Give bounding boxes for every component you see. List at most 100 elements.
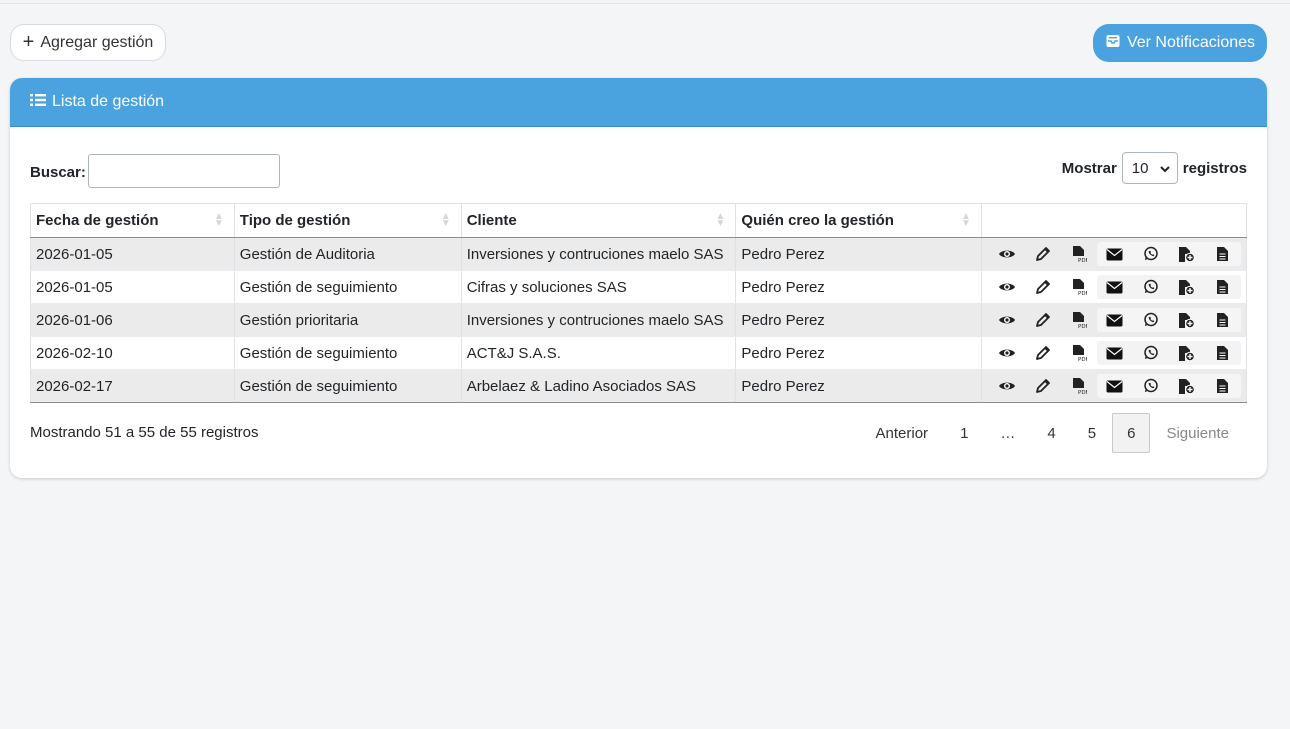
pagination-page-5[interactable]: 5 (1072, 413, 1112, 453)
column-header-creador[interactable]: Quién creo la gestión ▲ ▼ (735, 203, 982, 238)
inbox-icon (1105, 33, 1121, 54)
envelope-icon[interactable] (1097, 308, 1133, 332)
plus-icon: + (22, 30, 35, 53)
table-row: 2026-02-10 Gestión de seguimiento ACT&J S.… (30, 336, 1248, 370)
cell-tipo: Gestión de seguimiento (233, 270, 462, 304)
pagination-ellipsis: … (1000, 424, 1016, 442)
file-pdf-icon[interactable]: PDF (1061, 341, 1097, 365)
cell-tipo: Gestión prioritaria (233, 303, 462, 337)
chevron-down-icon (1160, 160, 1170, 177)
whatsapp-icon[interactable] (1133, 374, 1169, 398)
svg-text:PDF: PDF (1078, 258, 1087, 263)
eye-icon[interactable] (989, 374, 1025, 398)
envelope-icon[interactable] (1097, 374, 1133, 398)
cell-tipo: Gestión de seguimiento (233, 369, 462, 403)
cell-actions: PDF (980, 237, 1248, 271)
card-title: Lista de gestión (52, 93, 165, 110)
view-notifications-label: Ver Notificaciones (1126, 34, 1256, 51)
cell-creador: Pedro Perez (735, 369, 982, 403)
svg-text:PDF: PDF (1078, 291, 1087, 296)
gestion-list-card: Lista de gestión Buscar: Mostrar 10 regi… (10, 78, 1267, 478)
sort-icon: ▲ ▼ (961, 211, 971, 229)
card-header: Lista de gestión (10, 78, 1267, 127)
envelope-icon[interactable] (1097, 341, 1133, 365)
eye-icon[interactable] (989, 275, 1025, 299)
whatsapp-icon[interactable] (1133, 275, 1169, 299)
cell-tipo: Gestión de seguimiento (233, 336, 462, 370)
whatsapp-icon[interactable] (1133, 308, 1169, 332)
cell-cliente: Arbelaez & Ladino Asociados SAS (460, 369, 737, 403)
view-notifications-button[interactable]: Ver Notificaciones (1093, 24, 1267, 62)
pagination-page-1[interactable]: 1 (944, 413, 984, 453)
pencil-icon[interactable] (1025, 275, 1061, 299)
page-length-suffix: registros (1182, 159, 1247, 177)
cell-fecha: 2026-01-05 (30, 237, 235, 271)
pagination-page-4[interactable]: 4 (1031, 413, 1071, 453)
file-plus-icon[interactable] (1169, 308, 1205, 332)
sort-icon: ▲ ▼ (213, 211, 224, 229)
column-header-tipo[interactable]: Tipo de gestión ▲ ▼ (233, 203, 462, 238)
file-pdf-icon[interactable]: PDF (1061, 275, 1097, 299)
top-divider (0, 3, 1290, 4)
cell-fecha: 2026-02-17 (30, 369, 235, 403)
file-pdf-icon[interactable]: PDF (1061, 242, 1097, 266)
cell-fecha: 2026-01-06 (30, 303, 235, 337)
pagination-next[interactable]: Siguiente (1150, 413, 1245, 453)
page-length-value: 10 (1131, 159, 1149, 177)
cell-cliente: Inversiones y contruciones maelo SAS (460, 237, 737, 271)
add-gestion-button[interactable]: + Agregar gestión (10, 24, 166, 61)
cell-cliente: Inversiones y contruciones maelo SAS (460, 303, 737, 337)
pagination-prev[interactable]: Anterior (860, 413, 945, 453)
file-plus-icon[interactable] (1169, 275, 1205, 299)
cell-fecha: 2026-01-05 (30, 270, 235, 304)
eye-icon[interactable] (989, 341, 1025, 365)
svg-text:PDF: PDF (1078, 357, 1087, 362)
file-plus-icon[interactable] (1169, 341, 1205, 365)
file-text-icon[interactable] (1205, 341, 1241, 365)
cell-actions: PDF (980, 369, 1248, 403)
column-header-fecha[interactable]: Fecha de gestión ▲ ▼ (30, 203, 235, 238)
file-text-icon[interactable] (1205, 242, 1241, 266)
column-header-actions (980, 203, 1248, 238)
svg-text:PDF: PDF (1078, 390, 1087, 395)
cell-creador: Pedro Perez (735, 237, 982, 271)
file-text-icon[interactable] (1205, 374, 1241, 398)
page-length-select[interactable]: 10 (1121, 152, 1178, 184)
cell-actions: PDF (980, 303, 1248, 337)
file-plus-icon[interactable] (1169, 374, 1205, 398)
pagination-page-6[interactable]: 6 (1112, 413, 1151, 453)
list-icon (30, 93, 46, 112)
eye-icon[interactable] (989, 242, 1025, 266)
envelope-icon[interactable] (1097, 242, 1133, 266)
file-plus-icon[interactable] (1169, 242, 1205, 266)
cell-actions: PDF (980, 270, 1248, 304)
file-text-icon[interactable] (1205, 275, 1241, 299)
pencil-icon[interactable] (1025, 242, 1061, 266)
column-header-cliente[interactable]: Cliente ▲ ▼ (460, 203, 737, 238)
whatsapp-icon[interactable] (1133, 242, 1169, 266)
file-pdf-icon[interactable]: PDF (1061, 308, 1097, 332)
pencil-icon[interactable] (1025, 341, 1061, 365)
cell-creador: Pedro Perez (735, 270, 982, 304)
svg-text:PDF: PDF (1078, 324, 1087, 329)
pencil-icon[interactable] (1025, 308, 1061, 332)
table-header-row: Fecha de gestión ▲ ▼ Tipo de gestión ▲ ▼ Cli… (30, 203, 1248, 238)
cell-cliente: ACT&J S.A.S. (460, 336, 737, 370)
cell-fecha: 2026-02-10 (30, 336, 235, 370)
page-length-control: Mostrar 10 registros (1062, 152, 1247, 184)
eye-icon[interactable] (989, 308, 1025, 332)
table-row: 2026-02-17 Gestión de seguimiento Arbelaez… (30, 369, 1248, 403)
whatsapp-icon[interactable] (1133, 341, 1169, 365)
cell-creador: Pedro Perez (735, 303, 982, 337)
pencil-icon[interactable] (1025, 374, 1061, 398)
sort-icon: ▲ ▼ (440, 211, 451, 229)
cell-tipo: Gestión de Auditoria (233, 237, 462, 271)
gestion-table: Fecha de gestión ▲ ▼ Tipo de gestión ▲ ▼ Cli… (30, 203, 1248, 403)
search-input[interactable] (88, 154, 280, 188)
envelope-icon[interactable] (1097, 275, 1133, 299)
file-pdf-icon[interactable]: PDF (1061, 374, 1097, 398)
cell-cliente: Cifras y soluciones SAS (460, 270, 737, 304)
add-gestion-label: Agregar gestión (40, 33, 154, 51)
file-text-icon[interactable] (1205, 308, 1241, 332)
cell-creador: Pedro Perez (735, 336, 982, 370)
